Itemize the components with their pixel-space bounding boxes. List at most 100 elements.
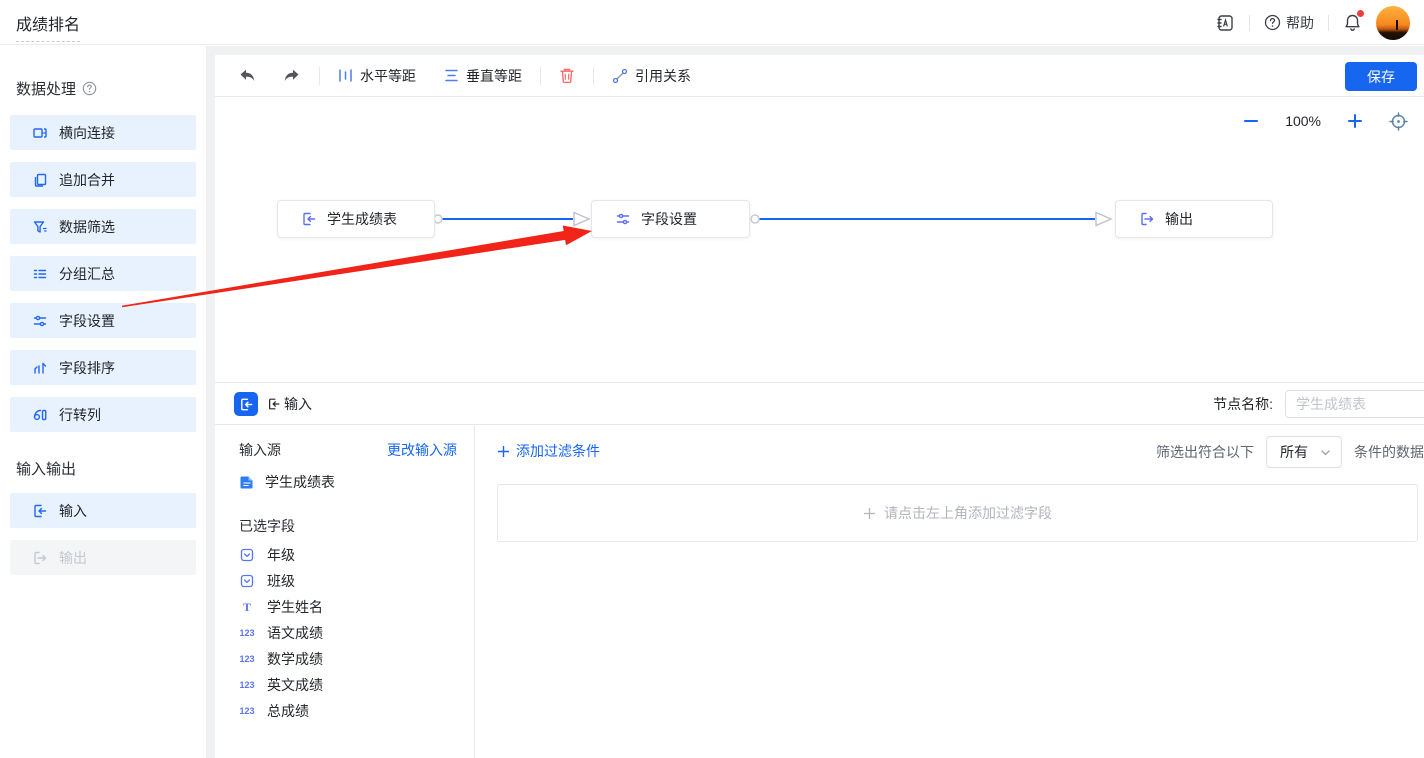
input-icon xyxy=(301,211,317,227)
vertical-spacing-icon xyxy=(444,68,459,83)
field-row-math-score[interactable]: 123 数学成绩 xyxy=(239,652,457,666)
field-row-grade[interactable]: 年级 xyxy=(239,548,457,562)
plus-icon xyxy=(863,507,876,520)
field-row-class[interactable]: 班级 xyxy=(239,574,457,588)
node-field-settings[interactable]: 字段设置 xyxy=(591,200,750,238)
output-icon xyxy=(1139,211,1155,227)
sidebar-item-append[interactable]: 追加合并 xyxy=(10,162,196,197)
main-top-gap xyxy=(215,46,1424,55)
node-name-group: 节点名称: xyxy=(1213,390,1424,418)
undo-icon[interactable] xyxy=(238,68,257,84)
node-name-label: 节点名称: xyxy=(1213,394,1273,414)
add-filter-button[interactable]: 添加过滤条件 xyxy=(497,441,600,461)
sidebar-item-field-settings[interactable]: 字段设置 xyxy=(10,303,196,338)
change-source-link[interactable]: 更改输入源 xyxy=(387,440,457,460)
match-suffix: 条件的数据 xyxy=(1354,442,1424,462)
processing-section-title: 数据处理 xyxy=(16,78,196,99)
input-icon xyxy=(32,503,48,519)
select-field-icon xyxy=(239,548,255,562)
io-list: 输入 输出 xyxy=(10,493,196,575)
field-row-chinese-score[interactable]: 123 语文成绩 xyxy=(239,626,457,640)
reference-relations-label: 引用关系 xyxy=(635,66,691,86)
sidebar-item-input[interactable]: 输入 xyxy=(10,493,196,528)
filter-match-row: 筛选出符合以下 所有 条件的数据 xyxy=(1156,436,1424,468)
divider xyxy=(319,67,320,85)
sidebar-item-label: 追加合并 xyxy=(59,170,115,190)
canvas-toolbar: 水平等距 垂直等距 引用关系 保存 xyxy=(215,55,1424,97)
field-settings-icon xyxy=(32,313,48,329)
sidebar-item-group[interactable]: 分组汇总 xyxy=(10,256,196,291)
node-output[interactable]: 输出 xyxy=(1115,200,1273,238)
sidebar-item-label: 分组汇总 xyxy=(59,264,115,284)
number-field-icon: 123 xyxy=(239,628,255,638)
sidebar-item-label: 输出 xyxy=(59,548,87,568)
source-item[interactable]: 学生成绩表 xyxy=(239,472,457,492)
help-icon xyxy=(1264,14,1281,31)
join-icon xyxy=(32,125,48,141)
divider xyxy=(540,67,541,85)
node-label: 学生成绩表 xyxy=(327,209,397,229)
vertical-spacing-label: 垂直等距 xyxy=(466,66,522,86)
number-field-icon: 123 xyxy=(239,654,255,664)
save-button[interactable]: 保存 xyxy=(1345,62,1417,91)
node-name-input[interactable] xyxy=(1285,390,1424,418)
match-prefix: 筛选出符合以下 xyxy=(1156,442,1254,462)
plus-icon xyxy=(497,445,510,458)
panel-tab-label: 输入 xyxy=(267,383,312,425)
sidebar-item-label: 横向连接 xyxy=(59,123,115,143)
section-help-icon[interactable] xyxy=(82,81,97,96)
vertical-spacing-button[interactable]: 垂直等距 xyxy=(444,66,522,86)
transpose-icon xyxy=(32,407,48,423)
sidebar-gutter xyxy=(207,46,215,758)
panel-tab-text: 输入 xyxy=(284,394,312,414)
filter-empty-dropzone[interactable]: 请点击左上角添加过滤字段 xyxy=(497,484,1418,542)
glossary-icon[interactable] xyxy=(1215,13,1235,33)
append-icon xyxy=(32,172,48,188)
delete-icon[interactable] xyxy=(559,67,575,84)
field-sort-icon xyxy=(32,360,48,376)
field-name: 总成绩 xyxy=(267,701,309,721)
filter-config-area: 添加过滤条件 筛选出符合以下 所有 条件的数据 请点击左上角添加过滤字段 xyxy=(475,426,1424,758)
flow-canvas[interactable]: 100% xyxy=(215,97,1424,382)
number-field-icon: 123 xyxy=(239,706,255,716)
notification-badge xyxy=(1357,10,1364,17)
redo-icon[interactable] xyxy=(282,68,301,84)
help-button[interactable]: 帮助 xyxy=(1264,13,1314,33)
number-field-icon: 123 xyxy=(239,680,255,690)
field-name: 语文成绩 xyxy=(267,623,323,643)
node-label: 字段设置 xyxy=(641,209,697,229)
selected-fields-title: 已选字段 xyxy=(239,516,457,536)
field-name: 英文成绩 xyxy=(267,675,323,695)
reference-relations-button[interactable]: 引用关系 xyxy=(612,66,691,86)
field-row-english-score[interactable]: 123 英文成绩 xyxy=(239,678,457,692)
topbar-actions: 帮助 xyxy=(1215,0,1410,45)
sidebar-item-field-sort[interactable]: 字段排序 xyxy=(10,350,196,385)
node-student-score-table[interactable]: 学生成绩表 xyxy=(277,200,435,238)
sidebar-item-filter[interactable]: 数据筛选 xyxy=(10,209,196,244)
field-row-total-score[interactable]: 123 总成绩 xyxy=(239,704,457,718)
input-tab-button[interactable] xyxy=(234,392,258,416)
node-label: 输出 xyxy=(1165,209,1193,229)
field-name: 数学成绩 xyxy=(267,649,323,669)
io-section-title: 输入输出 xyxy=(16,458,196,479)
sidebar-item-label: 数据筛选 xyxy=(59,217,115,237)
io-title-text: 输入输出 xyxy=(16,458,76,479)
input-source-panel: 输入源 更改输入源 学生成绩表 已选字段 年级 xyxy=(215,426,475,758)
sidebar-item-output: 输出 xyxy=(10,540,196,575)
sidebar-item-label: 字段设置 xyxy=(59,311,115,331)
field-row-student-name[interactable]: T 学生姓名 xyxy=(239,600,457,614)
horizontal-spacing-icon xyxy=(338,68,353,83)
match-mode-select[interactable]: 所有 xyxy=(1266,436,1342,468)
horizontal-spacing-button[interactable]: 水平等距 xyxy=(338,66,416,86)
input-icon xyxy=(239,397,254,412)
divider xyxy=(593,67,594,85)
field-name: 年级 xyxy=(267,545,295,565)
sidebar-item-join[interactable]: 横向连接 xyxy=(10,115,196,150)
top-bar: 成绩排名 帮助 xyxy=(0,0,1424,45)
page-title[interactable]: 成绩排名 xyxy=(16,11,80,42)
processing-list: 横向连接 追加合并 数据筛选 xyxy=(10,115,196,432)
sidebar: 数据处理 横向连接 xyxy=(0,46,207,758)
avatar[interactable] xyxy=(1376,6,1410,40)
notifications-button[interactable] xyxy=(1343,13,1362,32)
sidebar-item-transpose[interactable]: 行转列 xyxy=(10,397,196,432)
